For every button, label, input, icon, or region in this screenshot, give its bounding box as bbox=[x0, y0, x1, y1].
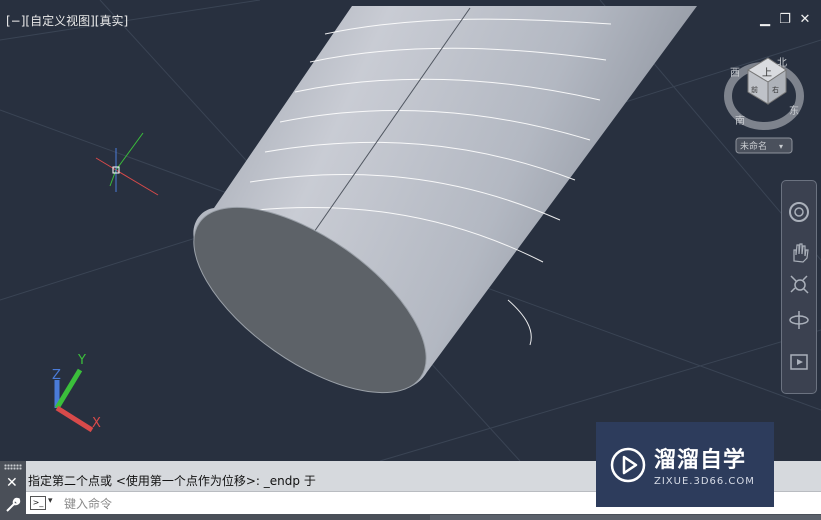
window-controls: ▁ ❐ ✕ bbox=[759, 12, 811, 27]
ucs-y-label: Y bbox=[77, 353, 86, 368]
compass-north-label: 北 bbox=[777, 57, 787, 69]
orbit-icon[interactable] bbox=[785, 307, 813, 333]
chevron-down-icon[interactable]: ▾ bbox=[48, 496, 53, 506]
ucs-x-label: X bbox=[92, 416, 101, 431]
zoom-extents-icon[interactable] bbox=[785, 271, 813, 297]
close-icon[interactable]: ✕ bbox=[799, 12, 811, 27]
viewport-menu-control[interactable]: [−] bbox=[6, 14, 25, 28]
compass-east-label: 东 bbox=[789, 104, 799, 117]
command-line-sidebar: ✕ bbox=[0, 461, 26, 520]
visual-style-control[interactable]: [真实] bbox=[95, 14, 128, 28]
command-history-text: 指定第二个点或 <使用第一个点作为位移>: _endp 于 bbox=[28, 474, 316, 488]
ucs-z-label: Z bbox=[52, 368, 61, 383]
viewcube-right-label: 右 bbox=[772, 85, 779, 94]
close-icon[interactable]: ✕ bbox=[6, 475, 18, 491]
view-control[interactable]: [自定义视图] bbox=[25, 14, 94, 28]
chevron-down-icon: ▾ bbox=[779, 142, 783, 151]
steering-wheel-icon[interactable] bbox=[785, 199, 813, 225]
viewcube-top-label: 上 bbox=[762, 67, 772, 79]
viewcube-front-label: 前 bbox=[751, 85, 758, 94]
ucs-menu-label: 未命名 bbox=[740, 140, 767, 152]
pan-hand-icon[interactable] bbox=[785, 239, 813, 265]
drag-handle-icon[interactable] bbox=[4, 464, 22, 470]
ucs-icon[interactable]: Z Y X bbox=[52, 353, 101, 433]
command-input[interactable] bbox=[62, 494, 606, 513]
watermark-title: 溜溜自学 bbox=[654, 448, 747, 473]
viewcube[interactable]: 上 前 右 北 东 南 西 bbox=[724, 57, 804, 130]
viewport-controls: [−][自定义视图][真实] bbox=[6, 12, 128, 29]
command-prompt-icon[interactable]: >_ bbox=[30, 496, 46, 510]
showmotion-icon[interactable] bbox=[785, 349, 813, 375]
status-bar bbox=[430, 515, 821, 520]
minimize-icon[interactable]: ▁ bbox=[759, 12, 771, 27]
navigation-bar bbox=[781, 180, 817, 394]
compass-south-label: 南 bbox=[735, 114, 745, 127]
ucs-menu-button[interactable]: 未命名 ▾ bbox=[735, 137, 793, 154]
watermark-logo: 溜溜自学 ZIXUE.3D66.COM bbox=[596, 422, 774, 507]
wrench-icon[interactable] bbox=[5, 497, 21, 513]
model-viewport[interactable]: Z Y X 上 前 右 北 东 南 西 未命名 ▾ [−][自定义视图][真实]… bbox=[0, 0, 821, 461]
compass-west-label: 西 bbox=[730, 68, 740, 79]
restore-icon[interactable]: ❐ bbox=[779, 12, 791, 27]
3d-scene[interactable]: Z Y X 上 前 右 北 东 南 西 未命名 ▾ bbox=[0, 0, 821, 461]
play-logo-icon bbox=[610, 447, 646, 482]
watermark-url: ZIXUE.3D66.COM bbox=[654, 476, 755, 487]
